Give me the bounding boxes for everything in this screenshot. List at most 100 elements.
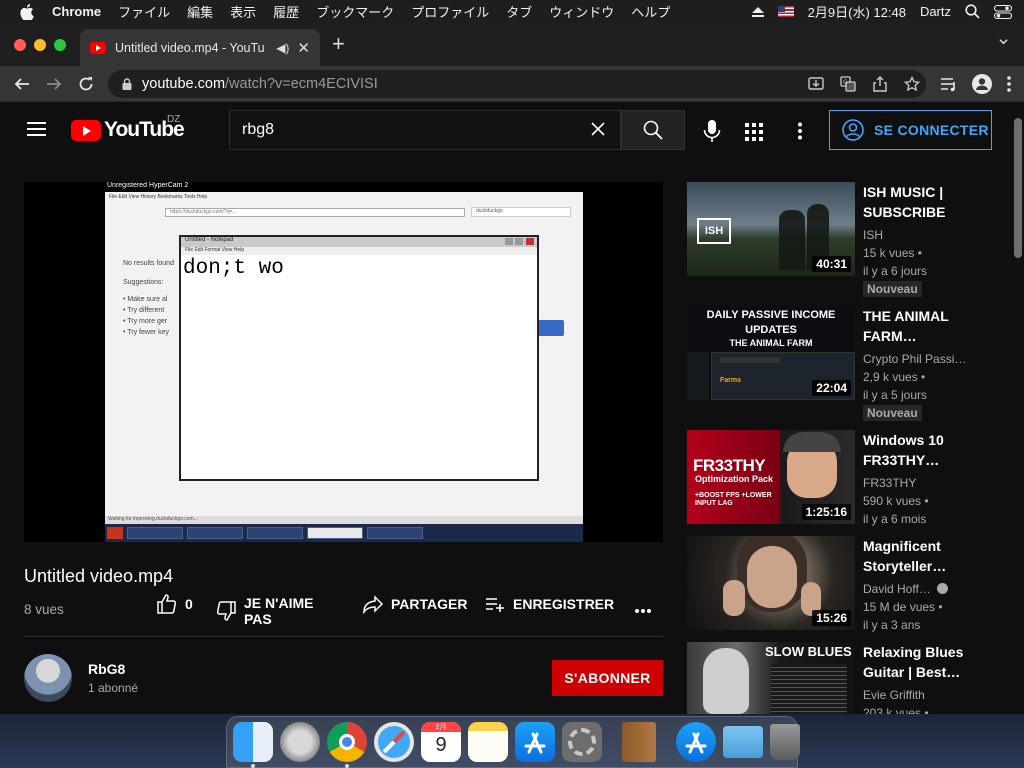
us-flag-input-icon[interactable] — [777, 6, 794, 17]
apps-grid-icon[interactable] — [745, 123, 763, 141]
frame-browser-menu: File Edit View History Bookmarks Tools H… — [109, 194, 208, 200]
chrome-icon[interactable] — [327, 722, 367, 768]
page-scrollbar[interactable] — [1014, 118, 1022, 258]
control-center-icon[interactable] — [994, 4, 1012, 19]
sign-in-button[interactable]: SE CONNECTER — [829, 110, 992, 150]
share-button[interactable]: PARTAGER — [363, 594, 467, 614]
subscribe-button[interactable]: S'ABONNER — [552, 660, 663, 696]
menubar-user[interactable]: Dartz — [920, 4, 951, 19]
dislike-button[interactable]: JE N'AIME PAS — [216, 595, 322, 627]
menu-edit[interactable]: 編集 — [187, 2, 213, 21]
profile-avatar-icon[interactable] — [972, 74, 992, 94]
settings-more-icon[interactable] — [797, 122, 803, 140]
menubar-clock[interactable]: 2月9日(水) 12:48 — [808, 2, 906, 21]
recommendation-channel[interactable]: ISH — [863, 226, 1003, 244]
tab-search-chevron-icon[interactable] — [999, 37, 1008, 46]
menu-window[interactable]: ウィンドウ — [549, 2, 614, 21]
share-label: PARTAGER — [391, 596, 468, 612]
chrome-menu-icon[interactable] — [1006, 75, 1012, 93]
thumb-subline: Optimization Pack — [695, 474, 774, 484]
recommendation-title[interactable]: Relaxing Blues Guitar | Best… — [863, 642, 1003, 682]
menu-bookmarks[interactable]: ブックマーク — [316, 2, 394, 21]
recommendation-thumbnail[interactable]: ISH 40:31 — [687, 182, 855, 276]
menu-tab[interactable]: タブ — [506, 2, 532, 21]
window-zoom-button[interactable] — [54, 39, 66, 51]
recommendation-item[interactable]: SLOW BLUES Relaxing Blues Guitar | Best…… — [687, 642, 1007, 714]
more-actions-icon[interactable] — [634, 608, 652, 614]
forward-button[interactable] — [44, 74, 64, 94]
video-duration: 40:31 — [812, 256, 851, 272]
recommendation-title[interactable]: Windows 10 FR33THY… — [863, 430, 1003, 470]
finder-icon[interactable] — [233, 722, 273, 768]
search-input[interactable]: rbg8 — [229, 110, 621, 150]
menu-view[interactable]: 表示 — [230, 2, 256, 21]
recommendation-thumbnail[interactable]: 15:26 — [687, 536, 855, 630]
search-icon — [643, 120, 663, 140]
install-app-icon[interactable] — [808, 76, 824, 92]
reading-list-icon[interactable] — [940, 76, 958, 92]
recommendation-channel[interactable]: Crypto Phil Passi… — [863, 350, 1003, 368]
frame-notepad-titlebar: Untitled - Notepad — [181, 237, 537, 247]
recommendation-title[interactable]: THE ANIMAL FARM… — [863, 306, 1003, 346]
app-store-icon[interactable] — [515, 722, 555, 762]
downloads-folder-icon[interactable] — [723, 726, 763, 758]
menu-file[interactable]: ファイル — [118, 2, 170, 21]
video-frame: Unregistered HyperCam 2 File Edit View H… — [105, 182, 583, 542]
channel-avatar[interactable] — [24, 654, 72, 702]
menu-profiles[interactable]: プロファイル — [411, 2, 489, 21]
video-duration: 22:04 — [812, 380, 851, 396]
search-button[interactable] — [621, 110, 685, 150]
save-button[interactable]: ENREGISTRER — [485, 594, 614, 614]
recommendation-thumbnail[interactable]: DAILY PASSIVE INCOME UPDATES THE ANIMAL … — [687, 306, 855, 400]
spotlight-search-icon[interactable] — [965, 4, 980, 19]
guide-menu-icon[interactable] — [27, 122, 46, 136]
recommendation-thumbnail[interactable]: FR33THY Optimization Pack +BOOST FPS +LO… — [687, 430, 855, 524]
recommendation-thumbnail[interactable]: SLOW BLUES — [687, 642, 855, 714]
youtube-logo[interactable]: YouTube DZ — [71, 114, 185, 142]
safari-icon[interactable] — [374, 722, 414, 762]
recommendation-views: 590 k vues • — [863, 494, 929, 508]
menu-history[interactable]: 履歴 — [273, 2, 299, 21]
address-bar[interactable]: youtube.com/watch?v=ecm4ECIVISI — [108, 70, 926, 98]
notebook-icon[interactable] — [622, 722, 656, 762]
recommendation-channel[interactable]: Evie Griffith — [863, 686, 1003, 704]
share-icon[interactable] — [872, 76, 888, 92]
apple-icon[interactable] — [20, 3, 34, 20]
recommendation-item[interactable]: DAILY PASSIVE INCOME UPDATES THE ANIMAL … — [687, 306, 1007, 421]
system-preferences-icon[interactable] — [562, 722, 602, 762]
tab-audio-icon[interactable]: ◀) — [276, 41, 289, 55]
recommendation-channel[interactable]: FR33THY — [863, 474, 1003, 492]
like-button[interactable]: 0 — [157, 594, 193, 614]
window-minimize-button[interactable] — [34, 39, 46, 51]
app-store-folder-icon[interactable] — [676, 722, 716, 762]
calendar-icon[interactable]: 2月 9 — [421, 722, 461, 762]
new-tab-button[interactable]: + — [332, 31, 345, 57]
clear-search-icon[interactable] — [588, 119, 608, 139]
recommendation-item[interactable]: ISH 40:31 ISH MUSIC | SUBSCRIBE ISH 15 k… — [687, 182, 1007, 297]
lock-icon[interactable] — [122, 78, 132, 90]
translate-icon[interactable]: G — [840, 76, 856, 92]
recommendation-channel[interactable]: David Hoff… — [863, 580, 1003, 598]
channel-name[interactable]: RbG8 — [88, 661, 125, 677]
youtube-play-icon — [71, 119, 101, 141]
svg-text:G: G — [843, 79, 848, 86]
microphone-icon[interactable] — [702, 120, 722, 142]
notes-icon[interactable] — [468, 722, 508, 762]
browser-tab-active[interactable]: Untitled video.mp4 - YouTu ◀) ✕ — [80, 29, 320, 66]
recommendation-item[interactable]: FR33THY Optimization Pack +BOOST FPS +LO… — [687, 430, 1007, 526]
video-player[interactable]: Unregistered HyperCam 2 File Edit View H… — [24, 182, 663, 542]
view-count: 8 vues — [24, 602, 64, 617]
launchpad-icon[interactable] — [280, 722, 320, 762]
trash-icon[interactable] — [770, 724, 800, 760]
menu-help[interactable]: ヘルプ — [631, 2, 670, 21]
recommendation-title[interactable]: Magnificent Storyteller… — [863, 536, 1003, 576]
back-button[interactable] — [12, 74, 32, 94]
reload-button[interactable] — [76, 74, 96, 94]
eject-icon[interactable] — [751, 6, 764, 17]
tab-close-icon[interactable]: ✕ — [297, 39, 310, 57]
recommendation-item[interactable]: 15:26 Magnificent Storyteller… David Hof… — [687, 536, 1007, 632]
window-close-button[interactable] — [14, 39, 26, 51]
recommendation-title[interactable]: ISH MUSIC | SUBSCRIBE — [863, 182, 1003, 222]
bookmark-star-icon[interactable] — [904, 76, 920, 92]
menu-app-name[interactable]: Chrome — [52, 4, 101, 19]
